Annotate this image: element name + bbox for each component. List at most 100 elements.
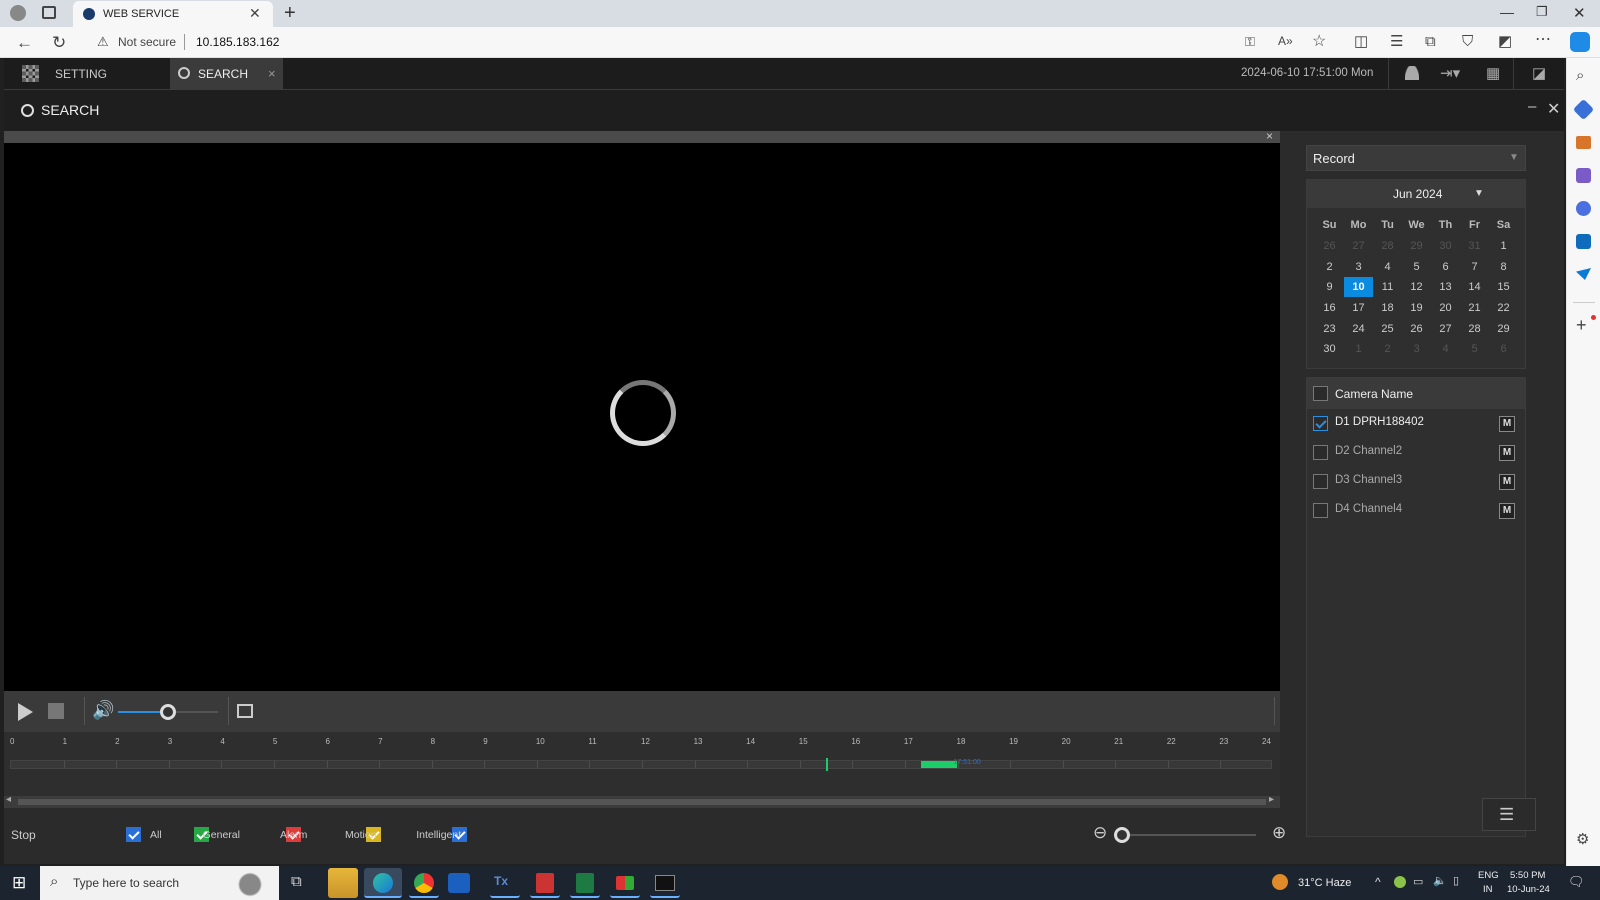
tab-actions-icon[interactable] xyxy=(42,6,56,19)
search-icon[interactable]: ⌕ xyxy=(1576,68,1584,83)
calendar-day[interactable]: 15 xyxy=(1489,277,1518,298)
timeline-bar[interactable]: 17:51:00 xyxy=(10,758,1272,771)
calendar-day[interactable]: 27 xyxy=(1431,318,1460,339)
clock-date[interactable]: 10-Jun-24 xyxy=(1507,884,1550,895)
favorites-icon[interactable]: ☰ xyxy=(1390,34,1403,49)
app-icon[interactable]: Tx xyxy=(490,868,520,898)
video-player[interactable] xyxy=(4,143,1280,691)
volume-icon[interactable]: 🔊 xyxy=(92,700,114,721)
calendar-day[interactable]: 11 xyxy=(1373,277,1402,298)
profile-icon[interactable] xyxy=(10,5,26,21)
volume-track[interactable] xyxy=(118,704,218,720)
calendar-day[interactable]: 30 xyxy=(1431,236,1460,257)
timeline-cursor[interactable] xyxy=(826,758,829,771)
calendar-day[interactable]: 18 xyxy=(1373,298,1402,319)
calendar-day[interactable]: 7 xyxy=(1460,257,1489,278)
zoom-in-icon[interactable]: ⊕ xyxy=(1272,823,1286,843)
outlook-icon[interactable] xyxy=(1576,234,1591,249)
calendar-day[interactable]: 23 xyxy=(1315,318,1344,339)
calendar-day[interactable]: 2 xyxy=(1315,257,1344,278)
security-label[interactable]: Not secure xyxy=(118,35,176,49)
refresh-icon[interactable]: ↻ xyxy=(52,34,66,51)
close-panel-icon[interactable]: ✕ xyxy=(1547,99,1560,119)
volume-slider-knob[interactable] xyxy=(160,704,176,720)
favorite-icon[interactable]: ☆ xyxy=(1312,34,1326,50)
calendar-day[interactable]: 12 xyxy=(1402,277,1431,298)
calendar-day[interactable]: 29 xyxy=(1489,318,1518,339)
edge-icon[interactable] xyxy=(364,868,402,898)
taskbar-search[interactable]: ⌕ Type here to search xyxy=(40,866,279,900)
play-icon[interactable] xyxy=(18,703,33,721)
close-search-tab-icon[interactable]: × xyxy=(268,66,276,81)
calendar-day[interactable]: 19 xyxy=(1402,298,1431,319)
calendar-day[interactable]: 3 xyxy=(1402,339,1431,360)
calendar-day[interactable]: 30 xyxy=(1315,339,1344,360)
calendar-day[interactable]: 26 xyxy=(1402,318,1431,339)
microsoft365-icon[interactable] xyxy=(1576,201,1591,216)
recording-segment[interactable] xyxy=(920,761,958,768)
calendar-day[interactable]: 14 xyxy=(1460,277,1489,298)
scroll-left-icon[interactable]: ◂ xyxy=(6,794,11,805)
month-dropdown-icon[interactable]: ▼ xyxy=(1474,188,1484,199)
calendar-day[interactable]: 8 xyxy=(1489,257,1518,278)
scroll-right-icon[interactable]: ▸ xyxy=(1269,794,1274,805)
logout-icon[interactable]: ⇥▾ xyxy=(1440,64,1460,82)
key-icon[interactable]: ⚿ xyxy=(1245,35,1255,48)
performance-icon[interactable]: ◩ xyxy=(1498,34,1512,49)
calendar-day[interactable]: 9 xyxy=(1315,277,1344,298)
calendar-day[interactable]: 28 xyxy=(1373,236,1402,257)
select-all-checkbox[interactable] xyxy=(1313,386,1328,401)
display-icon[interactable]: ◪ xyxy=(1532,64,1546,82)
tools-icon[interactable] xyxy=(1576,136,1591,149)
calendar-day[interactable]: 16 xyxy=(1315,298,1344,319)
read-aloud-icon[interactable]: A» xyxy=(1278,35,1293,47)
zoom-track[interactable] xyxy=(1114,827,1256,843)
chrome-icon[interactable] xyxy=(409,868,439,898)
notifications-icon[interactable]: 🗨 xyxy=(1568,874,1585,890)
grid-menu-icon[interactable] xyxy=(22,65,39,82)
record-type-select[interactable]: Record ▼ xyxy=(1306,145,1526,171)
horizontal-scrollbar[interactable]: ◂ ▸ xyxy=(4,794,1280,808)
calendar-day[interactable]: 21 xyxy=(1460,298,1489,319)
file-explorer-icon[interactable] xyxy=(328,868,358,898)
calendar-day[interactable]: 31 xyxy=(1460,236,1489,257)
tray-chevron-icon[interactable]: ^ xyxy=(1375,875,1381,889)
url-text[interactable]: 10.185.183.162 xyxy=(196,35,279,49)
calendar-day[interactable]: 13 xyxy=(1431,277,1460,298)
calendar-day[interactable]: 26 xyxy=(1315,236,1344,257)
warning-icon[interactable]: ⚠ xyxy=(97,35,109,48)
new-tab-icon[interactable]: + xyxy=(284,2,296,25)
clock-time[interactable]: 5:50 PM xyxy=(1510,870,1545,881)
extensions-icon[interactable]: ⛉ xyxy=(1462,34,1473,49)
zoom-out-icon[interactable]: ⊖ xyxy=(1093,823,1107,843)
calendar-day[interactable]: 4 xyxy=(1373,257,1402,278)
shopping-icon[interactable] xyxy=(1572,98,1595,121)
back-icon[interactable]: ← xyxy=(16,34,33,51)
calendar-day[interactable]: 5 xyxy=(1460,339,1489,360)
camera-mode-button[interactable]: M xyxy=(1499,416,1515,432)
calendar-day[interactable]: 6 xyxy=(1489,339,1518,360)
more-icon[interactable]: ⋯ xyxy=(1535,32,1551,48)
camera-mode-button[interactable]: M xyxy=(1499,474,1515,490)
browser-tab[interactable]: WEB SERVICE ✕ xyxy=(73,1,273,27)
tab-setting[interactable]: SETTING xyxy=(55,67,107,81)
collections-icon[interactable]: ⧉ xyxy=(1425,34,1436,49)
speaker-icon[interactable]: 🔈 xyxy=(1433,874,1447,887)
tray-app-icon[interactable] xyxy=(1394,876,1406,888)
calendar-day[interactable]: 22 xyxy=(1489,298,1518,319)
add-icon[interactable]: + xyxy=(1576,316,1587,334)
language[interactable]: ENG xyxy=(1478,870,1499,881)
task-view-icon[interactable]: ⧉ xyxy=(291,873,302,890)
split-screen-icon[interactable]: ◫ xyxy=(1354,34,1368,49)
weather-text[interactable]: 31°C Haze xyxy=(1298,877,1351,889)
calendar-day[interactable]: 10 xyxy=(1344,277,1373,298)
camera-checkbox[interactable] xyxy=(1313,474,1328,489)
excel-icon[interactable] xyxy=(570,868,600,898)
presentation-app-icon[interactable] xyxy=(610,868,640,898)
camera-row[interactable]: D2 Channel2 M xyxy=(1307,438,1525,467)
close-video-icon[interactable]: × xyxy=(1266,129,1273,143)
settings-gear-icon[interactable]: ⚙ xyxy=(1576,832,1589,847)
region[interactable]: IN xyxy=(1483,884,1493,895)
calendar-day[interactable]: 29 xyxy=(1402,236,1431,257)
calendar-day[interactable]: 27 xyxy=(1344,236,1373,257)
